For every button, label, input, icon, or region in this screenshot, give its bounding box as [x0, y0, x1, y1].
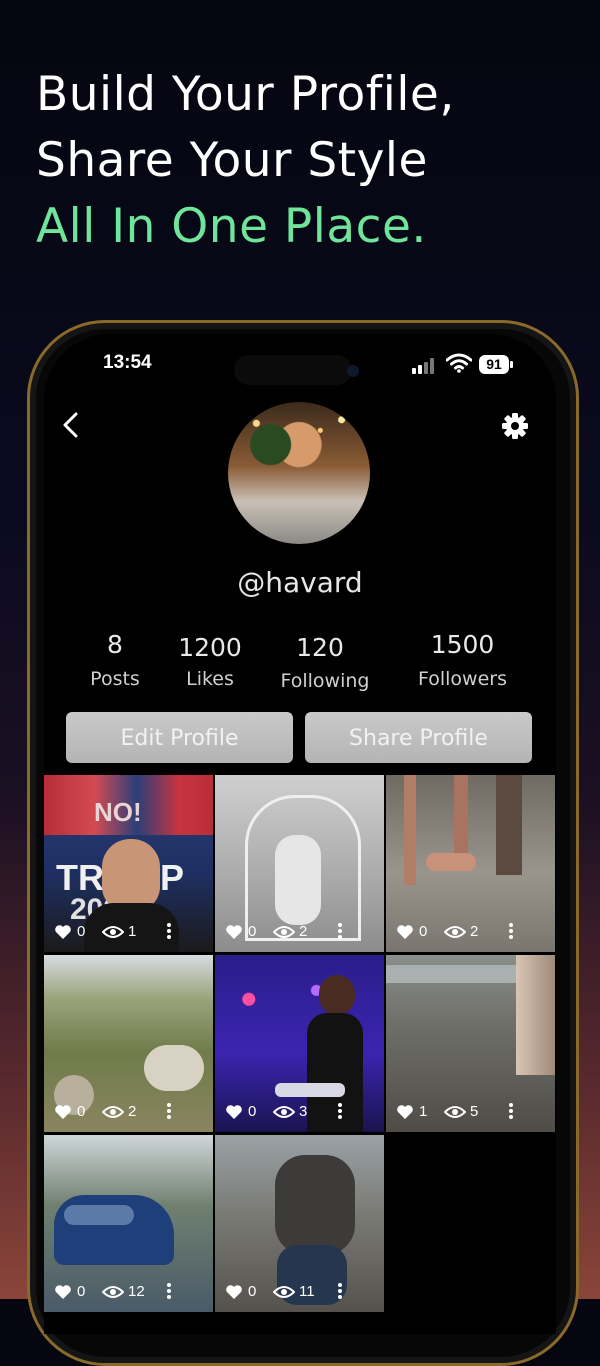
more-vertical-icon[interactable] [166, 1282, 172, 1300]
headline-line-2: Share Your Style [36, 133, 428, 188]
eye-icon [444, 1106, 466, 1118]
post-tile[interactable]: 0 3 [215, 955, 384, 1132]
posts-count: 8 [107, 630, 123, 659]
following-label[interactable]: Following [260, 670, 390, 692]
heart-icon [226, 925, 242, 939]
heart-icon [397, 925, 413, 939]
eye-icon [273, 1106, 295, 1118]
post-likes: 0 [248, 923, 257, 940]
post-views: 2 [299, 923, 308, 940]
front-camera [347, 365, 359, 377]
back-chevron-icon[interactable] [56, 408, 86, 442]
heart-icon [226, 1285, 242, 1299]
posts-label: Posts [90, 668, 140, 690]
post-tile[interactable]: 0 11 [215, 1135, 384, 1312]
gear-icon[interactable] [499, 410, 531, 442]
eye-icon [444, 926, 466, 938]
post-views: 3 [299, 1103, 308, 1120]
eye-icon [102, 1106, 124, 1118]
post-likes: 0 [77, 1103, 86, 1120]
post-likes: 1 [419, 1103, 428, 1120]
post-views: 11 [299, 1283, 315, 1300]
post-views: 12 [128, 1283, 145, 1300]
dynamic-island [234, 355, 352, 385]
following-count[interactable]: 120 [270, 633, 370, 662]
headline-line-3: All In One Place. [36, 199, 427, 254]
more-vertical-icon[interactable] [337, 1102, 343, 1120]
post-views: 2 [128, 1103, 137, 1120]
followers-count[interactable]: 1500 [410, 630, 515, 659]
more-vertical-icon[interactable] [337, 922, 343, 940]
more-vertical-icon[interactable] [508, 1102, 514, 1120]
post-tile[interactable]: 0 12 [44, 1135, 213, 1312]
post-views: 1 [128, 923, 137, 940]
more-vertical-icon[interactable] [166, 1102, 172, 1120]
post-likes: 0 [248, 1103, 257, 1120]
eye-icon [102, 1286, 124, 1298]
heart-icon [55, 1105, 71, 1119]
post-tile[interactable]: 0 2 [215, 775, 384, 952]
heart-icon [226, 1105, 242, 1119]
post-tile[interactable]: 0 2 [44, 955, 213, 1132]
heart-icon [55, 925, 71, 939]
likes-count: 1200 [178, 633, 242, 662]
followers-label[interactable]: Followers [400, 668, 525, 690]
tile-sign-text: NO! [94, 797, 142, 827]
status-time: 13:54 [103, 352, 152, 373]
likes-label: Likes [186, 668, 234, 690]
more-vertical-icon[interactable] [166, 922, 172, 940]
share-profile-button[interactable]: Share Profile [305, 712, 532, 763]
eye-icon [102, 926, 124, 938]
post-likes: 0 [248, 1283, 257, 1300]
signal-icon [412, 358, 438, 374]
post-views: 5 [470, 1103, 479, 1120]
eye-icon [273, 1286, 295, 1298]
avatar[interactable] [228, 402, 370, 544]
headline-line-1: Build Your Profile, [36, 67, 455, 122]
post-tile[interactable]: 1 5 [386, 955, 555, 1132]
post-views: 2 [470, 923, 479, 940]
more-vertical-icon[interactable] [508, 922, 514, 940]
more-vertical-icon[interactable] [337, 1282, 343, 1300]
edit-profile-button[interactable]: Edit Profile [66, 712, 293, 763]
headline: Build Your Profile, Share Your Style All… [36, 62, 455, 260]
battery-indicator: 91 [479, 355, 513, 374]
posts-grid: NO! TRUMP 2024 0 1 0 2 0 [44, 775, 556, 1335]
post-tile[interactable]: 0 2 [386, 775, 555, 952]
wifi-icon [446, 353, 472, 373]
post-likes: 0 [419, 923, 428, 940]
post-likes: 0 [77, 1283, 86, 1300]
heart-icon [55, 1285, 71, 1299]
post-likes: 0 [77, 923, 86, 940]
post-tile[interactable]: NO! TRUMP 2024 0 1 [44, 775, 213, 952]
eye-icon [273, 926, 295, 938]
heart-icon [397, 1105, 413, 1119]
username: @havard [237, 566, 363, 599]
